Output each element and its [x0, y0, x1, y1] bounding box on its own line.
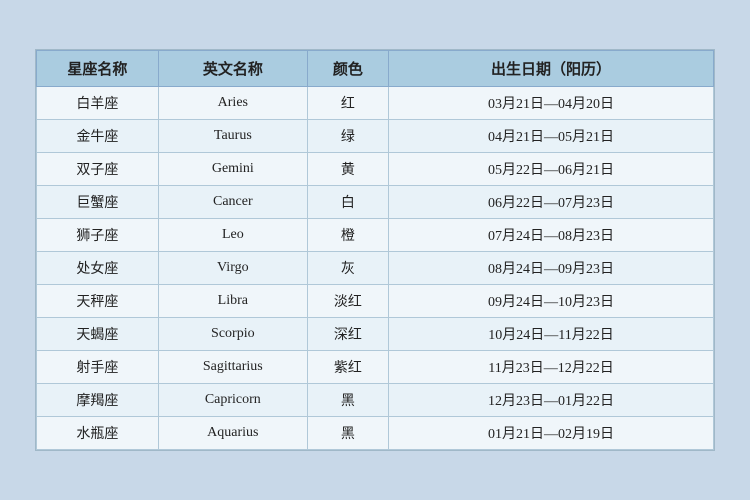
cell-date: 06月22日—07月23日 [389, 186, 714, 219]
table-body: 白羊座Aries红03月21日—04月20日金牛座Taurus绿04月21日—0… [37, 87, 714, 450]
cell-color: 黑 [307, 417, 388, 450]
table-header-row: 星座名称 英文名称 颜色 出生日期（阳历） [37, 51, 714, 87]
cell-date: 03月21日—04月20日 [389, 87, 714, 120]
cell-color: 橙 [307, 219, 388, 252]
cell-color: 黑 [307, 384, 388, 417]
zodiac-table: 星座名称 英文名称 颜色 出生日期（阳历） 白羊座Aries红03月21日—04… [36, 50, 714, 450]
cell-color: 紫红 [307, 351, 388, 384]
cell-english: Leo [158, 219, 307, 252]
cell-color: 白 [307, 186, 388, 219]
cell-date: 11月23日—12月22日 [389, 351, 714, 384]
cell-date: 08月24日—09月23日 [389, 252, 714, 285]
table-row: 射手座Sagittarius紫红11月23日—12月22日 [37, 351, 714, 384]
table-row: 双子座Gemini黄05月22日—06月21日 [37, 153, 714, 186]
cell-color: 深红 [307, 318, 388, 351]
cell-chinese: 天秤座 [37, 285, 159, 318]
cell-color: 灰 [307, 252, 388, 285]
cell-english: Taurus [158, 120, 307, 153]
cell-chinese: 狮子座 [37, 219, 159, 252]
table-row: 巨蟹座Cancer白06月22日—07月23日 [37, 186, 714, 219]
cell-chinese: 白羊座 [37, 87, 159, 120]
cell-color: 绿 [307, 120, 388, 153]
cell-english: Aries [158, 87, 307, 120]
cell-chinese: 巨蟹座 [37, 186, 159, 219]
cell-date: 04月21日—05月21日 [389, 120, 714, 153]
cell-chinese: 射手座 [37, 351, 159, 384]
cell-color: 黄 [307, 153, 388, 186]
header-chinese-name: 星座名称 [37, 51, 159, 87]
zodiac-table-container: 星座名称 英文名称 颜色 出生日期（阳历） 白羊座Aries红03月21日—04… [35, 49, 715, 451]
cell-english: Sagittarius [158, 351, 307, 384]
cell-chinese: 金牛座 [37, 120, 159, 153]
cell-chinese: 双子座 [37, 153, 159, 186]
cell-chinese: 处女座 [37, 252, 159, 285]
cell-english: Capricorn [158, 384, 307, 417]
cell-english: Scorpio [158, 318, 307, 351]
table-row: 摩羯座Capricorn黑12月23日—01月22日 [37, 384, 714, 417]
cell-chinese: 摩羯座 [37, 384, 159, 417]
cell-date: 09月24日—10月23日 [389, 285, 714, 318]
cell-color: 淡红 [307, 285, 388, 318]
cell-color: 红 [307, 87, 388, 120]
header-english-name: 英文名称 [158, 51, 307, 87]
cell-english: Cancer [158, 186, 307, 219]
cell-date: 05月22日—06月21日 [389, 153, 714, 186]
cell-date: 12月23日—01月22日 [389, 384, 714, 417]
table-row: 天秤座Libra淡红09月24日—10月23日 [37, 285, 714, 318]
table-row: 金牛座Taurus绿04月21日—05月21日 [37, 120, 714, 153]
cell-date: 01月21日—02月19日 [389, 417, 714, 450]
table-row: 水瓶座Aquarius黑01月21日—02月19日 [37, 417, 714, 450]
header-birthday: 出生日期（阳历） [389, 51, 714, 87]
cell-english: Libra [158, 285, 307, 318]
header-color: 颜色 [307, 51, 388, 87]
cell-date: 07月24日—08月23日 [389, 219, 714, 252]
cell-english: Aquarius [158, 417, 307, 450]
cell-chinese: 水瓶座 [37, 417, 159, 450]
table-row: 天蝎座Scorpio深红10月24日—11月22日 [37, 318, 714, 351]
cell-english: Virgo [158, 252, 307, 285]
table-row: 白羊座Aries红03月21日—04月20日 [37, 87, 714, 120]
table-row: 狮子座Leo橙07月24日—08月23日 [37, 219, 714, 252]
cell-chinese: 天蝎座 [37, 318, 159, 351]
cell-english: Gemini [158, 153, 307, 186]
cell-date: 10月24日—11月22日 [389, 318, 714, 351]
table-row: 处女座Virgo灰08月24日—09月23日 [37, 252, 714, 285]
